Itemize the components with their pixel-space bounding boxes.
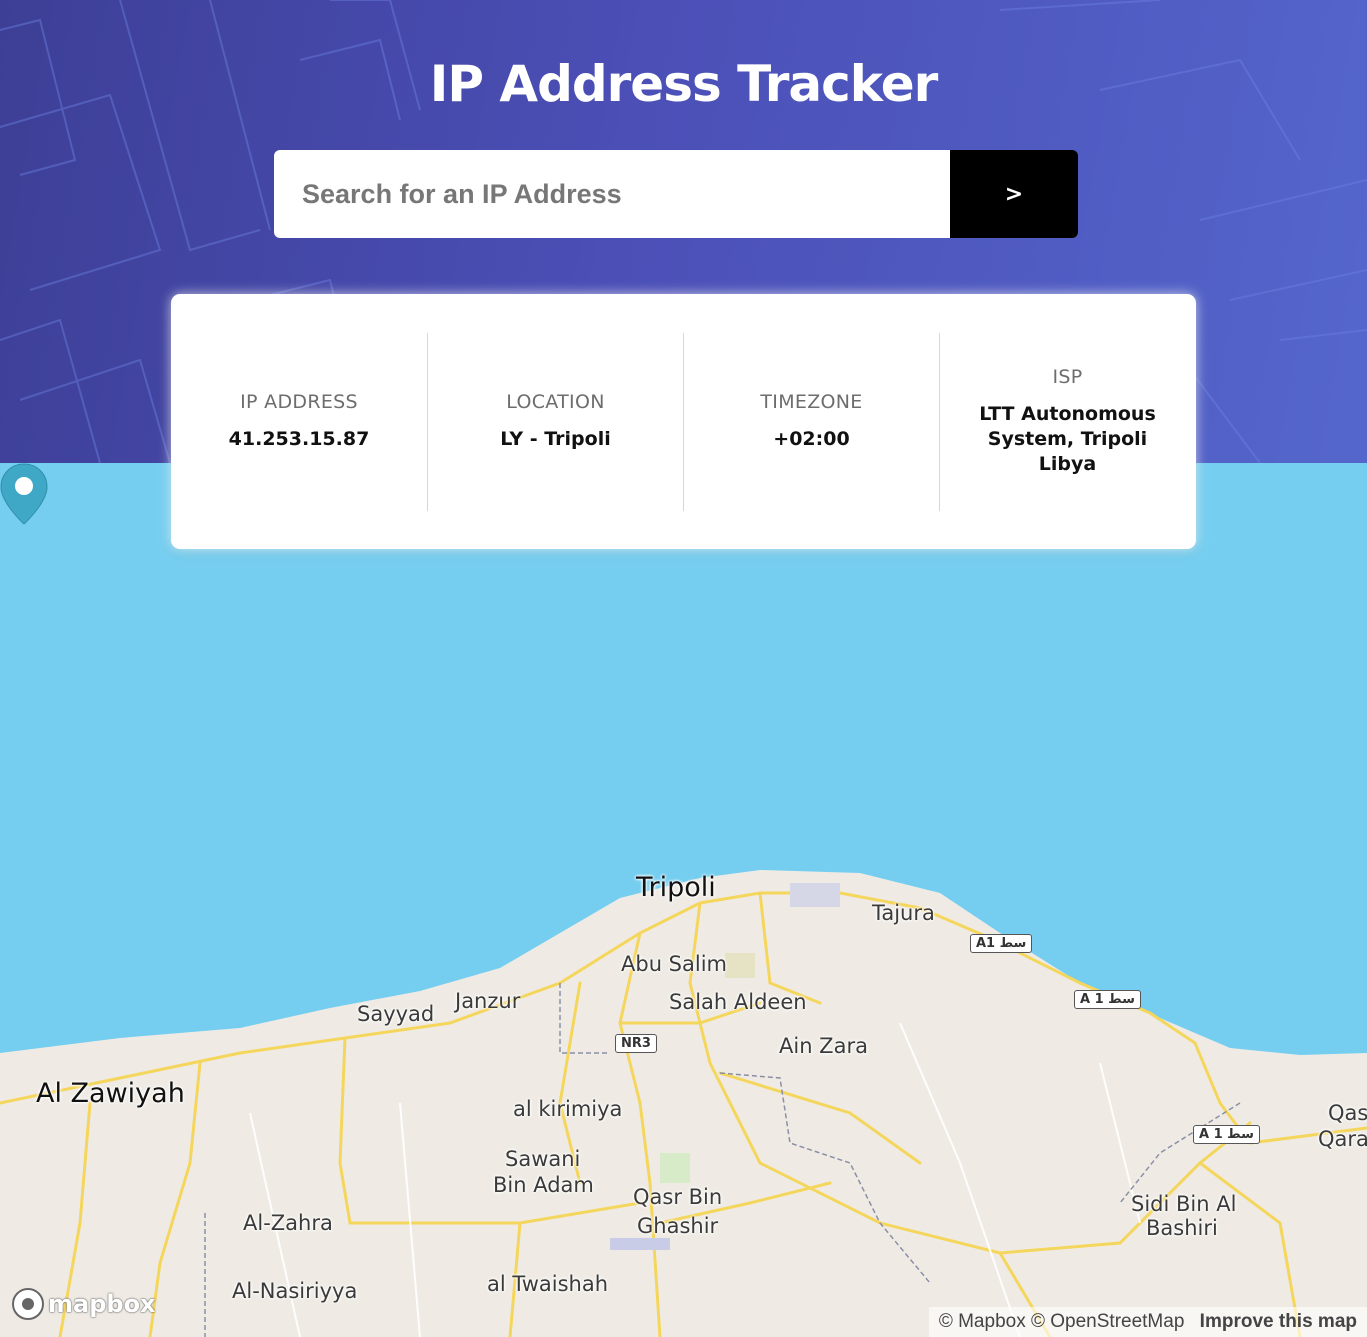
place-label: Tripoli [636,872,716,903]
road-shield: A 1 سط [1074,990,1141,1009]
place-label: Ain Zara [779,1034,868,1058]
place-label: Qas [1328,1101,1367,1125]
place-label: al kirimiya [513,1097,623,1121]
mapbox-logo-icon [12,1288,44,1320]
place-label: Al Zawiyah [36,1078,185,1109]
improve-map-link[interactable]: Improve this map [1200,1311,1357,1332]
place-label: Tajura [872,901,935,925]
road-shield: A 1 سط [1193,1125,1260,1144]
stat-value: LY - Tripoli [500,428,611,450]
map[interactable]: Tripoli Tajura Abu Salim Janzur Sayyad S… [0,463,1367,1337]
place-label: Al-Nasiriyya [232,1279,358,1303]
attribution-text[interactable]: © Mapbox © OpenStreetMap [939,1311,1185,1332]
submit-search-button[interactable]: > [950,150,1078,238]
stat-label: TIMEZONE [760,391,863,413]
land [0,870,1367,1337]
location-marker-icon[interactable] [0,463,48,525]
place-label: Bin Adam [493,1173,594,1197]
stat-location: LOCATION LY - Tripoli [427,332,683,511]
place-label: Sayyad [357,1002,435,1026]
stat-label: ISP [1052,366,1083,388]
stat-timezone: TIMEZONE +02:00 [683,332,939,511]
stat-value: +02:00 [773,428,850,450]
place-label: Sawani [505,1147,581,1171]
place-label: Bashiri [1146,1216,1218,1240]
stat-label: LOCATION [506,391,605,413]
place-label: Qara [1318,1127,1367,1151]
place-label: Salah Aldeen [669,990,807,1014]
road-shield: A1 سط [970,934,1033,953]
search-form: > [274,150,1078,238]
ip-info-card: IP ADDRESS 41.253.15.87 LOCATION LY - Tr… [171,294,1196,549]
mapbox-logo[interactable]: mapbox [12,1288,156,1320]
place-label: Al-Zahra [243,1211,333,1235]
stat-ip-address: IP ADDRESS 41.253.15.87 [171,333,427,511]
place-label: Ghashir [637,1214,719,1238]
ip-search-input[interactable] [274,150,950,238]
place-label: Qasr Bin [633,1185,723,1209]
stat-value: 41.253.15.87 [228,428,370,450]
place-label: Sidi Bin Al [1131,1192,1237,1216]
map-attribution: © Mapbox © OpenStreetMap Improve this ma… [928,1307,1367,1337]
place-label: al Twaishah [487,1272,609,1296]
place-label: Janzur [455,989,521,1013]
place-label: Abu Salim [621,952,728,976]
road-shield: NR3 [615,1034,657,1053]
stat-isp: ISP LTT Autonomous System, Tripoli Libya [939,332,1195,511]
mapbox-logo-text: mapbox [48,1290,156,1318]
page-title: IP Address Tracker [429,55,939,113]
stat-label: IP ADDRESS [240,391,358,413]
stat-value: LTT Autonomous System, Tripoli Libya [979,403,1156,475]
